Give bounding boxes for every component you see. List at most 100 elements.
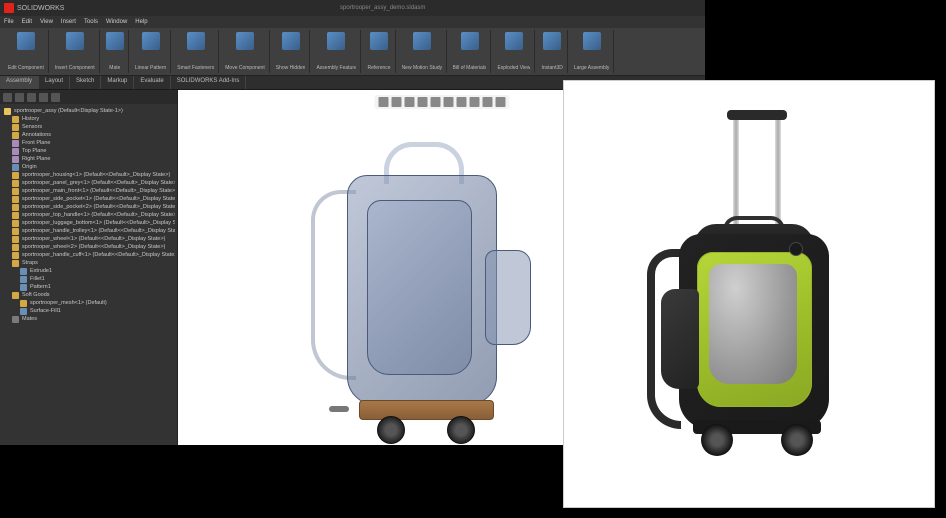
feature-icon [20, 276, 27, 283]
photo-wheel [781, 424, 813, 456]
command-tab[interactable]: SOLIDWORKS Add-Ins [171, 76, 247, 89]
menu-edit[interactable]: Edit [22, 19, 32, 25]
ribbon-label: Exploded View [497, 65, 530, 71]
tree-item[interactable]: Pattern1 [2, 283, 175, 291]
tree-item[interactable]: sportrooper_panel_grey<1> (Default<<Defa… [2, 179, 175, 187]
view-tool-icon[interactable] [482, 97, 492, 107]
ribbon-button[interactable]: Assembly Features [312, 30, 361, 73]
part-icon [12, 204, 19, 211]
ribbon-button[interactable]: Show Hidden [272, 30, 311, 73]
view-tool-icon[interactable] [430, 97, 440, 107]
view-tool-icon[interactable] [443, 97, 453, 107]
view-tool-icon[interactable] [378, 97, 388, 107]
menu-file[interactable]: File [4, 19, 14, 25]
command-tab[interactable]: Layout [39, 76, 70, 89]
ribbon-button[interactable]: Large Assembly [570, 30, 615, 73]
folder-icon [12, 132, 19, 139]
tree-item[interactable]: Extrude1 [2, 267, 175, 275]
tree-item-label: sportrooper_housing<1> (Default<<Default… [22, 172, 170, 178]
product-photo-panel [563, 80, 935, 508]
tree-root[interactable]: sportrooper_assy (Default<Display State-… [2, 107, 175, 115]
tree-item-label: Sensors [22, 124, 42, 130]
model-base-plate [359, 400, 494, 420]
tree-item-label: sportrooper_mesh<1> (Default) [30, 300, 107, 306]
ribbon-label: Reference [367, 65, 390, 71]
ribbon-label: Assembly Features [316, 65, 356, 71]
tree-item-label: sportrooper_main_front<1> (Default<<Defa… [22, 188, 175, 194]
sb-tool-icon[interactable] [27, 93, 36, 102]
tree-item[interactable]: sportrooper_luggage_bottom<1> (Default<<… [2, 219, 175, 227]
ribbon-button[interactable]: Mate [102, 30, 129, 73]
folder-icon [12, 124, 19, 131]
ribbon-icon [461, 32, 479, 50]
ribbon-button[interactable]: Bill of Materials [449, 30, 492, 73]
sb-tool-icon[interactable] [39, 93, 48, 102]
heads-up-toolbar [374, 95, 509, 109]
part-icon [20, 300, 27, 307]
ribbon-button[interactable]: Linear Pattern [131, 30, 171, 73]
ribbon-button[interactable]: Smart Fasteners [173, 30, 219, 73]
tree-item[interactable]: Surface-Fill1 [2, 307, 175, 315]
tree-item[interactable]: sportrooper_handle_cuff<1> (Default<<Def… [2, 251, 175, 259]
menu-help[interactable]: Help [135, 19, 147, 25]
command-tab[interactable]: Evaluate [134, 76, 170, 89]
view-tool-icon[interactable] [456, 97, 466, 107]
cad-model[interactable] [299, 120, 559, 445]
view-tool-icon[interactable] [495, 97, 505, 107]
ribbon-button[interactable]: Insert Components [51, 30, 100, 73]
tree-item[interactable]: Annotations [2, 131, 175, 139]
menu-view[interactable]: View [40, 19, 53, 25]
part-icon [12, 252, 19, 259]
tree-item[interactable]: sportrooper_side_pocket<1> (Default<<Def… [2, 195, 175, 203]
ribbon-label: Edit Component [8, 65, 44, 71]
ribbon-label: Show Hidden [276, 65, 306, 71]
menu-insert[interactable]: Insert [61, 19, 76, 25]
tree-item[interactable]: Fillet1 [2, 275, 175, 283]
tree-item[interactable]: History [2, 115, 175, 123]
tree-item[interactable]: sportrooper_main_front<1> (Default<<Defa… [2, 187, 175, 195]
tree-item[interactable]: Straps [2, 259, 175, 267]
tree-item[interactable]: sportrooper_wheel<1> (Default<<Default>_… [2, 235, 175, 243]
tree-item[interactable]: sportrooper_side_pocket<2> (Default<<Def… [2, 203, 175, 211]
ribbon-button[interactable]: New Motion Study [398, 30, 447, 73]
menu-window[interactable]: Window [106, 19, 127, 25]
tree-item[interactable]: sportrooper_mesh<1> (Default) [2, 299, 175, 307]
view-tool-icon[interactable] [391, 97, 401, 107]
feature-tree[interactable]: sportrooper_assy (Default<Display State-… [0, 104, 177, 445]
ribbon-label: Linear Pattern [135, 65, 166, 71]
tree-item[interactable]: sportrooper_wheel<2> (Default<<Default>_… [2, 243, 175, 251]
command-tab[interactable]: Markup [101, 76, 134, 89]
tree-item-label: Front Plane [22, 140, 50, 146]
document-title: sportrooper_assy_demo.sldasm [64, 5, 701, 11]
model-axle [329, 406, 349, 412]
menu-tools[interactable]: Tools [84, 19, 98, 25]
command-tab[interactable]: Assembly [0, 76, 39, 89]
ribbon-button[interactable]: Reference [363, 30, 395, 73]
tree-item[interactable]: Front Plane [2, 139, 175, 147]
tree-item[interactable]: Mates [2, 315, 175, 323]
ribbon-button[interactable]: Instant3D [537, 30, 567, 73]
ribbon-label: Mate [109, 65, 120, 71]
command-tab[interactable]: Sketch [70, 76, 101, 89]
tree-item[interactable]: sportrooper_top_handle<1> (Default<<Defa… [2, 211, 175, 219]
sb-tool-icon[interactable] [3, 93, 12, 102]
model-wheel [447, 416, 475, 444]
tree-item[interactable]: sportrooper_housing<1> (Default<<Default… [2, 171, 175, 179]
tree-item[interactable]: sportrooper_handle_trolley<1> (Default<<… [2, 227, 175, 235]
tree-item[interactable]: Right Plane [2, 155, 175, 163]
tree-item[interactable]: Soft Goods [2, 291, 175, 299]
ribbon-label: New Motion Study [402, 65, 442, 71]
view-tool-icon[interactable] [417, 97, 427, 107]
ribbon-button[interactable]: Edit Component [4, 30, 49, 73]
photo-brand-badge-icon [789, 242, 803, 256]
sb-tool-icon[interactable] [15, 93, 24, 102]
ribbon-button[interactable]: Exploded View [493, 30, 535, 73]
view-tool-icon[interactable] [404, 97, 414, 107]
tree-item[interactable]: Origin [2, 163, 175, 171]
view-tool-icon[interactable] [469, 97, 479, 107]
tree-item-label: sportrooper_luggage_bottom<1> (Default<<… [22, 220, 175, 226]
ribbon-button[interactable]: Move Component [221, 30, 269, 73]
sb-tool-icon[interactable] [51, 93, 60, 102]
tree-item[interactable]: Top Plane [2, 147, 175, 155]
tree-item[interactable]: Sensors [2, 123, 175, 131]
